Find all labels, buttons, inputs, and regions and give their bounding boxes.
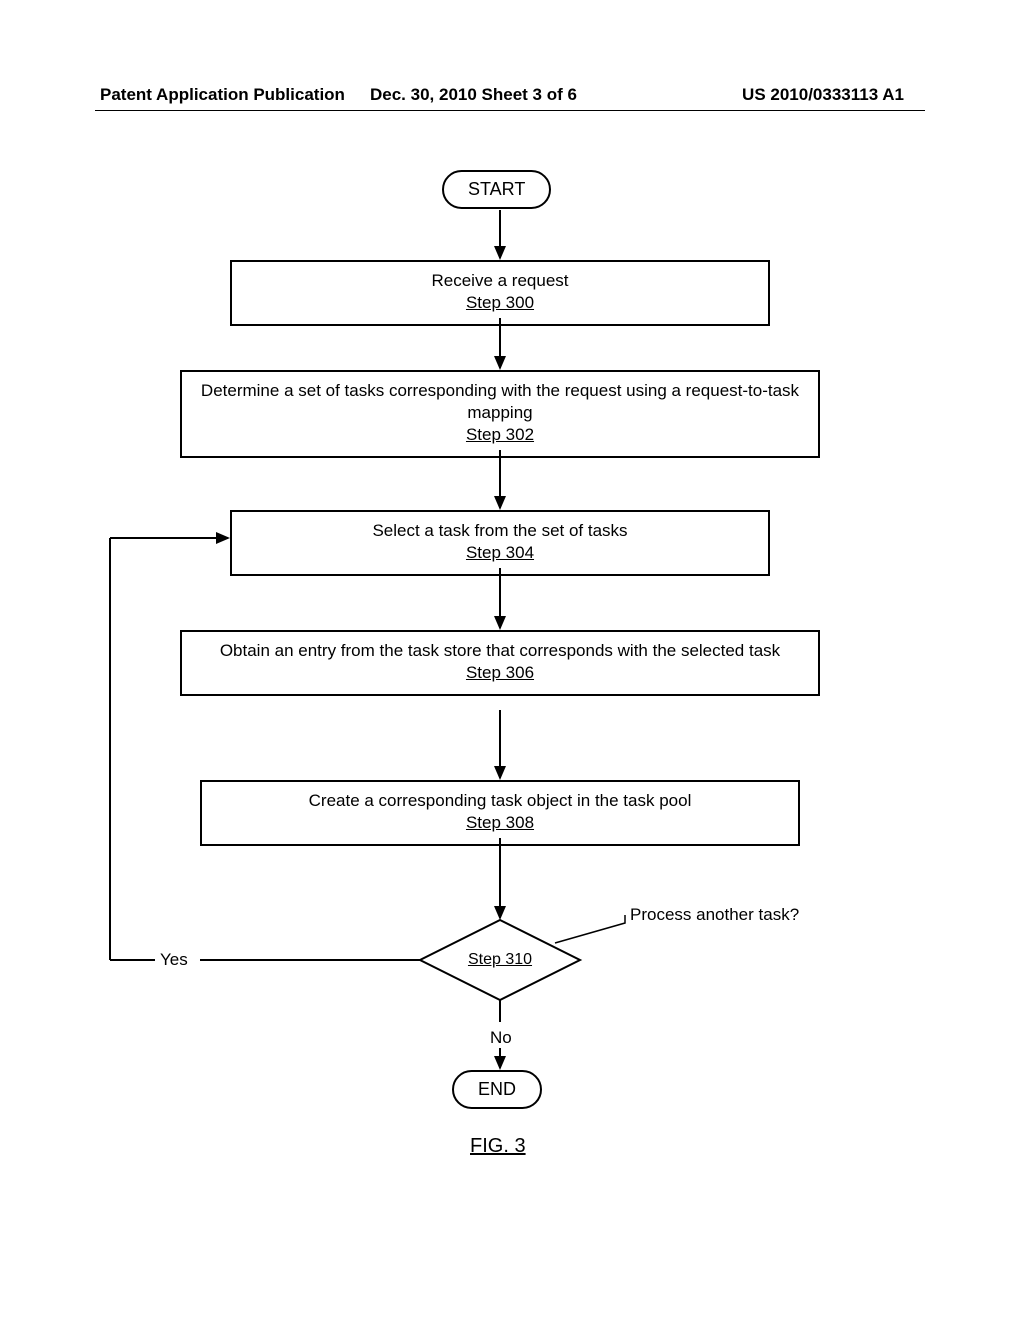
header-center: Dec. 30, 2010 Sheet 3 of 6 [370, 85, 577, 105]
connectors [0, 160, 1024, 1160]
header-left: Patent Application Publication [100, 85, 345, 105]
header-right: US 2010/0333113 A1 [742, 85, 904, 105]
header-rule [95, 110, 925, 111]
